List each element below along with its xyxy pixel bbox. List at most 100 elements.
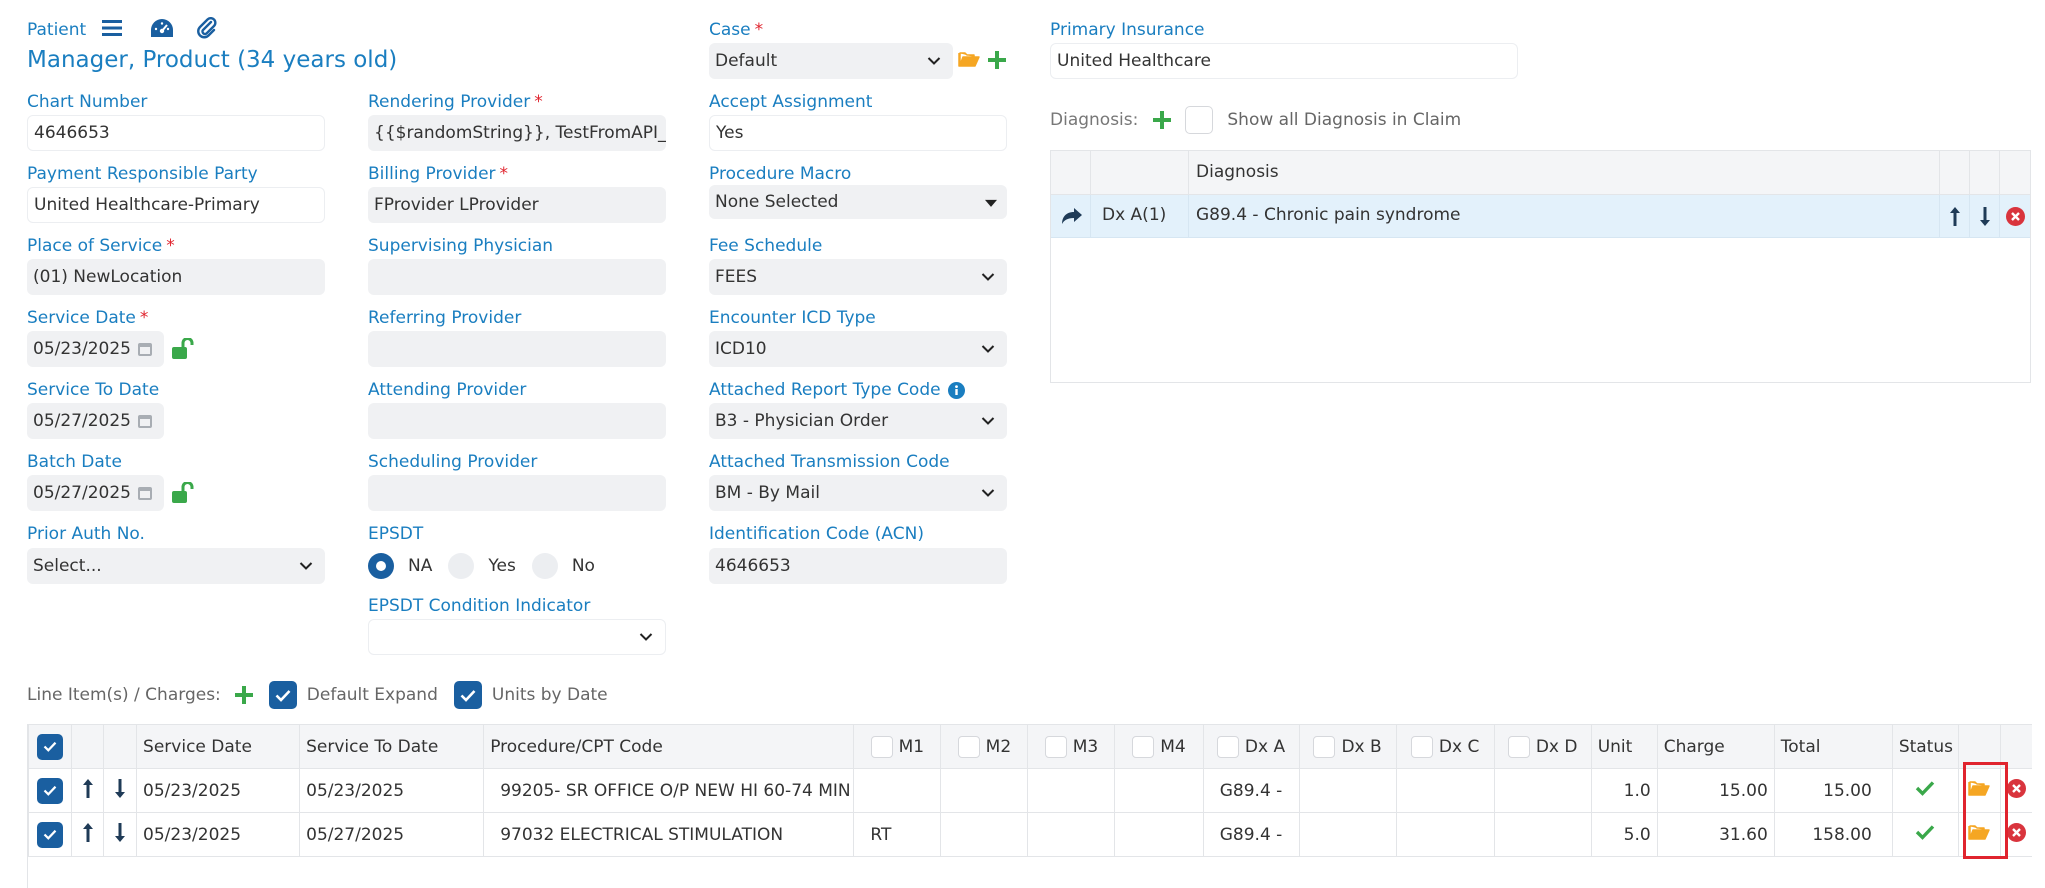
supervising-physician-field[interactable] bbox=[368, 259, 666, 295]
header-service-date[interactable]: Service Date bbox=[136, 724, 301, 769]
m3-checkbox[interactable] bbox=[1044, 735, 1067, 758]
identification-code-label: Identification Code (ACN) bbox=[709, 524, 924, 544]
cell-service-to-date[interactable]: 05/27/2025 bbox=[299, 812, 485, 857]
arrow-down-icon[interactable] bbox=[114, 822, 126, 843]
table-row[interactable]: 05/23/2025 05/23/2025 99205- SR OFFICE O… bbox=[28, 768, 2032, 813]
cell-service-date[interactable]: 05/23/2025 bbox=[136, 812, 301, 857]
share-arrow-icon[interactable] bbox=[1061, 207, 1083, 225]
cell-procedure[interactable]: 97032 ELECTRICAL STIMULATION bbox=[483, 812, 855, 857]
cell-m3[interactable] bbox=[1027, 812, 1116, 857]
calendar-icon[interactable] bbox=[138, 487, 152, 500]
cell-dxd[interactable] bbox=[1493, 768, 1592, 813]
encounter-icd-select[interactable]: ICD10 bbox=[709, 331, 1007, 367]
add-case-icon[interactable] bbox=[988, 51, 1006, 74]
arrow-up-icon[interactable] bbox=[82, 822, 94, 843]
cell-m1[interactable]: RT bbox=[853, 812, 942, 857]
report-type-select[interactable]: B3 - Physician Order bbox=[709, 403, 1007, 439]
epsdt-radio-yes[interactable] bbox=[448, 553, 475, 579]
add-diagnosis-icon[interactable] bbox=[1153, 111, 1172, 129]
arrow-up-icon[interactable] bbox=[82, 778, 94, 799]
cell-charge[interactable]: 31.60 bbox=[1656, 812, 1775, 857]
cell-dxa[interactable]: G89.4 - bbox=[1202, 768, 1300, 813]
case-select[interactable]: Default bbox=[709, 43, 953, 79]
referring-provider-field[interactable] bbox=[368, 331, 666, 367]
arrow-down-icon[interactable] bbox=[1979, 206, 1991, 227]
cell-unit[interactable]: 5.0 bbox=[1590, 812, 1658, 857]
transmission-code-select[interactable]: BM - By Mail bbox=[709, 475, 1007, 511]
delete-icon[interactable] bbox=[2006, 207, 2025, 226]
primary-insurance-field[interactable]: United Healthcare bbox=[1050, 43, 1518, 79]
cell-service-to-date[interactable]: 05/23/2025 bbox=[299, 768, 485, 813]
diagnosis-row[interactable]: Dx A(1) G89.4 - Chronic pain syndrome bbox=[1051, 195, 2030, 238]
select-all-checkbox[interactable] bbox=[37, 733, 63, 760]
calendar-icon[interactable] bbox=[138, 415, 152, 428]
attending-provider-label: Attending Provider bbox=[368, 380, 527, 400]
batch-date-field[interactable]: 05/27/2025 bbox=[27, 475, 164, 511]
cell-m3[interactable] bbox=[1027, 768, 1116, 813]
header-service-to-date[interactable]: Service To Date bbox=[299, 724, 485, 769]
dxa-checkbox[interactable] bbox=[1216, 735, 1239, 758]
cell-m1[interactable] bbox=[853, 768, 942, 813]
payment-party-field[interactable]: United Healthcare-Primary bbox=[27, 187, 325, 223]
show-all-diagnosis-checkbox[interactable] bbox=[1185, 106, 1214, 134]
m1-checkbox[interactable] bbox=[870, 735, 893, 758]
dxc-checkbox[interactable] bbox=[1410, 735, 1433, 758]
cell-m2[interactable] bbox=[940, 768, 1029, 813]
header-procedure[interactable]: Procedure/CPT Code bbox=[483, 724, 855, 769]
cell-dxd[interactable] bbox=[1493, 812, 1592, 857]
cell-dxc[interactable] bbox=[1395, 812, 1495, 857]
procedure-macro-select[interactable]: None Selected bbox=[709, 185, 1007, 219]
cell-m4[interactable] bbox=[1114, 812, 1204, 857]
patient-name[interactable]: Manager, Product (34 years old) bbox=[27, 47, 397, 73]
folder-open-icon[interactable] bbox=[958, 50, 980, 73]
scheduling-provider-field[interactable] bbox=[368, 475, 666, 511]
cell-m4[interactable] bbox=[1114, 768, 1204, 813]
chevron-down-icon bbox=[927, 57, 941, 65]
cell-dxa[interactable]: G89.4 - bbox=[1202, 812, 1300, 857]
cell-m2[interactable] bbox=[940, 812, 1029, 857]
rendering-provider-field[interactable]: {{$randomString}}, TestFromAPI_3 n bbox=[368, 115, 666, 151]
delete-icon[interactable] bbox=[2006, 822, 2026, 842]
epsdt-condition-select[interactable] bbox=[368, 619, 666, 655]
cell-dxc[interactable] bbox=[1395, 768, 1495, 813]
unlock-icon[interactable] bbox=[170, 481, 194, 509]
prior-auth-select[interactable]: Select... bbox=[27, 548, 325, 584]
default-expand-checkbox[interactable] bbox=[268, 681, 297, 709]
add-line-item-icon[interactable] bbox=[234, 686, 253, 704]
units-by-date-checkbox[interactable] bbox=[453, 681, 482, 709]
chart-number-field[interactable]: 4646653 bbox=[27, 115, 325, 151]
info-icon[interactable] bbox=[947, 381, 965, 399]
dxb-checkbox[interactable] bbox=[1313, 735, 1336, 758]
row-checkbox[interactable] bbox=[37, 821, 63, 848]
cell-unit[interactable]: 1.0 bbox=[1590, 768, 1658, 813]
epsdt-radio-no[interactable] bbox=[531, 553, 558, 579]
table-row[interactable]: 05/23/2025 05/27/2025 97032 ELECTRICAL S… bbox=[28, 812, 2032, 857]
unlock-icon[interactable] bbox=[170, 337, 194, 365]
cell-dxb[interactable] bbox=[1298, 812, 1397, 857]
billing-provider-field[interactable]: FProvider LProvider bbox=[368, 187, 666, 223]
arrow-up-icon[interactable] bbox=[1949, 206, 1961, 227]
primary-insurance-label: Primary Insurance bbox=[1050, 20, 1205, 40]
place-of-service-field[interactable]: (01) NewLocation bbox=[27, 259, 325, 295]
identification-code-field[interactable]: 4646653 bbox=[709, 548, 1007, 584]
cell-charge[interactable]: 15.00 bbox=[1656, 768, 1775, 813]
epsdt-radio-na[interactable] bbox=[368, 553, 394, 579]
service-date-field[interactable]: 05/23/2025 bbox=[27, 331, 164, 367]
attending-provider-field[interactable] bbox=[368, 403, 666, 439]
delete-icon[interactable] bbox=[2006, 778, 2026, 798]
cell-dxb[interactable] bbox=[1298, 768, 1397, 813]
m4-checkbox[interactable] bbox=[1132, 735, 1155, 758]
cell-service-date[interactable]: 05/23/2025 bbox=[136, 768, 301, 813]
accept-assignment-field[interactable]: Yes bbox=[709, 115, 1007, 151]
fee-schedule-select[interactable]: FEES bbox=[709, 259, 1007, 295]
dashboard-icon[interactable] bbox=[150, 18, 174, 43]
calendar-icon[interactable] bbox=[138, 343, 152, 356]
arrow-down-icon[interactable] bbox=[114, 778, 126, 799]
row-checkbox[interactable] bbox=[37, 777, 63, 804]
menu-icon[interactable] bbox=[102, 19, 122, 42]
cell-procedure[interactable]: 99205- SR OFFICE O/P NEW HI 60-74 MIN bbox=[483, 768, 855, 813]
m2-checkbox[interactable] bbox=[957, 735, 980, 758]
service-to-date-field[interactable]: 05/27/2025 bbox=[27, 403, 164, 439]
dxd-checkbox[interactable] bbox=[1507, 735, 1530, 758]
paperclip-icon[interactable] bbox=[197, 16, 217, 44]
